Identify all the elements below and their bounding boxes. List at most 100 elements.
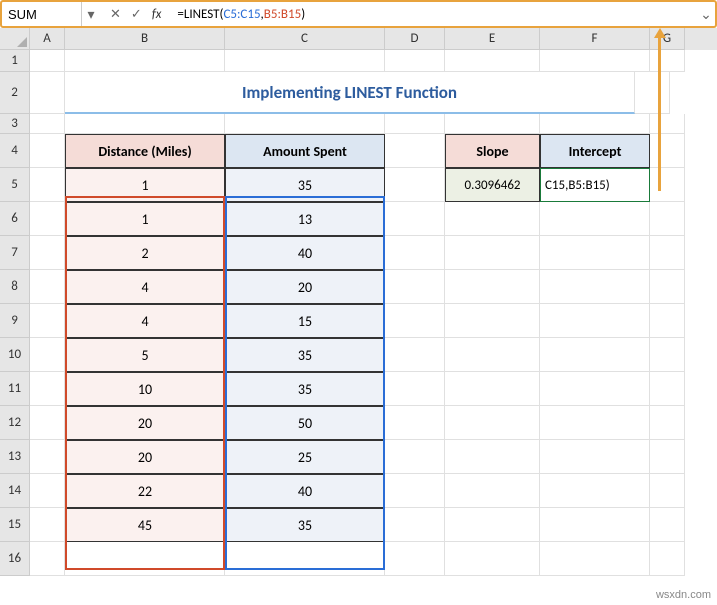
cell-D9[interactable] [385, 304, 445, 338]
cell-E6[interactable] [445, 202, 540, 236]
cell-E15[interactable] [445, 508, 540, 542]
cell-F13[interactable] [540, 440, 650, 474]
row-header-11[interactable]: 11 [0, 372, 30, 406]
col-header-C[interactable]: C [225, 28, 385, 50]
cell-D14[interactable] [385, 474, 445, 508]
col-header-G[interactable]: G [650, 28, 685, 50]
cell-A1[interactable] [30, 50, 65, 72]
cell-A11[interactable] [30, 372, 65, 406]
row-header-5[interactable]: 5 [0, 168, 30, 202]
name-box-input[interactable] [8, 7, 75, 22]
cell-G8[interactable] [650, 270, 685, 304]
cell-D10[interactable] [385, 338, 445, 372]
cancel-icon[interactable]: ✕ [110, 7, 121, 22]
header-amount[interactable]: Amount Spent [225, 134, 385, 168]
cell-D7[interactable] [385, 236, 445, 270]
cell-D8[interactable] [385, 270, 445, 304]
row-header-3[interactable]: 3 [0, 114, 30, 134]
header-intercept[interactable]: Intercept [540, 134, 650, 168]
cell-E11[interactable] [445, 372, 540, 406]
fx-icon[interactable]: fx [152, 7, 162, 22]
cell-B7[interactable]: 2 [65, 236, 225, 270]
title-cell[interactable]: Implementing LINEST Function [65, 72, 635, 114]
cell-B10[interactable]: 5 [65, 338, 225, 372]
cell-D5[interactable] [385, 168, 445, 202]
cell-E14[interactable] [445, 474, 540, 508]
cell-B12[interactable]: 20 [65, 406, 225, 440]
cell-F9[interactable] [540, 304, 650, 338]
cell-F15[interactable] [540, 508, 650, 542]
row-header-14[interactable]: 14 [0, 474, 30, 508]
cell-A15[interactable] [30, 508, 65, 542]
cell-E8[interactable] [445, 270, 540, 304]
cell-A2[interactable] [30, 72, 65, 114]
cell-C8[interactable]: 20 [225, 270, 385, 304]
row-header-13[interactable]: 13 [0, 440, 30, 474]
cell-F3[interactable] [540, 114, 650, 134]
cell-B14[interactable]: 22 [65, 474, 225, 508]
cell-C1[interactable] [225, 50, 385, 72]
row-header-9[interactable]: 9 [0, 304, 30, 338]
cell-G13[interactable] [650, 440, 685, 474]
cell-G15[interactable] [650, 508, 685, 542]
cell-E9[interactable] [445, 304, 540, 338]
cell-D16[interactable] [385, 542, 445, 576]
accept-icon[interactable]: ✓ [131, 7, 142, 22]
cell-intercept-editing[interactable]: C15,B5:B15) [540, 168, 650, 202]
row-header-2[interactable]: 2 [0, 72, 30, 114]
cell-B1[interactable] [65, 50, 225, 72]
cell-D3[interactable] [385, 114, 445, 134]
cell-G5[interactable] [650, 168, 685, 202]
cell-C10[interactable]: 35 [225, 338, 385, 372]
cell-A4[interactable] [30, 134, 65, 168]
cell-F6[interactable] [540, 202, 650, 236]
cell-B15[interactable]: 45 [65, 508, 225, 542]
cell-G3[interactable] [650, 114, 685, 134]
cell-E16[interactable] [445, 542, 540, 576]
cell-G6[interactable] [650, 202, 685, 236]
cell-B6[interactable]: 1 [65, 202, 225, 236]
cell-G9[interactable] [650, 304, 685, 338]
cell-A16[interactable] [30, 542, 65, 576]
cell-B8[interactable]: 4 [65, 270, 225, 304]
cell-G16[interactable] [650, 542, 685, 576]
cell-A6[interactable] [30, 202, 65, 236]
cell-A12[interactable] [30, 406, 65, 440]
cell-F10[interactable] [540, 338, 650, 372]
col-header-F[interactable]: F [540, 28, 650, 50]
cell-G10[interactable] [650, 338, 685, 372]
cell-C3[interactable] [225, 114, 385, 134]
cell-F11[interactable] [540, 372, 650, 406]
cell-F12[interactable] [540, 406, 650, 440]
cell-D11[interactable] [385, 372, 445, 406]
cell-C5[interactable]: 35 [225, 168, 385, 202]
row-header-7[interactable]: 7 [0, 236, 30, 270]
cell-G12[interactable] [650, 406, 685, 440]
cell-A14[interactable] [30, 474, 65, 508]
cell-G11[interactable] [650, 372, 685, 406]
cell-B11[interactable]: 10 [65, 372, 225, 406]
cell-G2[interactable] [635, 72, 670, 114]
cell-E10[interactable] [445, 338, 540, 372]
cell-C16[interactable] [225, 542, 385, 576]
cell-E7[interactable] [445, 236, 540, 270]
cell-G4[interactable] [650, 134, 685, 168]
expand-formula-bar-icon[interactable]: ⌄ [697, 6, 715, 23]
col-header-B[interactable]: B [65, 28, 225, 50]
cell-A8[interactable] [30, 270, 65, 304]
cell-D12[interactable] [385, 406, 445, 440]
cell-B9[interactable]: 4 [65, 304, 225, 338]
cell-D15[interactable] [385, 508, 445, 542]
cell-A9[interactable] [30, 304, 65, 338]
row-header-12[interactable]: 12 [0, 406, 30, 440]
row-header-15[interactable]: 15 [0, 508, 30, 542]
cell-B5[interactable]: 1 [65, 168, 225, 202]
cell-E3[interactable] [445, 114, 540, 134]
row-header-1[interactable]: 1 [0, 50, 30, 72]
select-all-corner[interactable] [0, 28, 30, 50]
name-box-dropdown[interactable]: ▾ [82, 6, 100, 23]
cell-F8[interactable] [540, 270, 650, 304]
cell-C12[interactable]: 50 [225, 406, 385, 440]
cell-B16[interactable] [65, 542, 225, 576]
cell-C6[interactable]: 13 [225, 202, 385, 236]
